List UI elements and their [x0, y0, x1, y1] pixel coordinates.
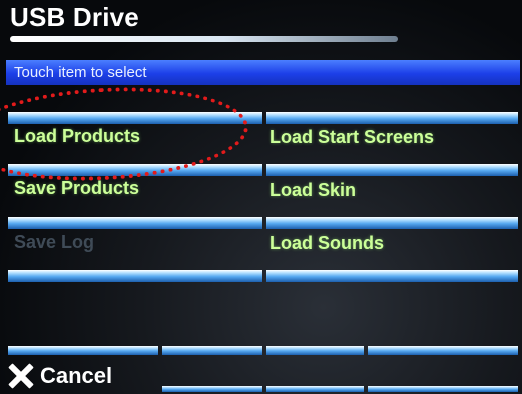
page-title: USB Drive	[10, 2, 139, 32]
cancel-label: Cancel	[40, 363, 113, 388]
menu-bar-load-skin	[266, 164, 518, 176]
menu-bar-load-sounds	[266, 217, 518, 229]
footer-bar	[8, 346, 158, 355]
menu-bar-save-log	[8, 217, 262, 229]
load-sounds-button[interactable]: Load Sounds	[270, 233, 384, 254]
close-icon	[8, 363, 34, 389]
menu-bar-empty	[8, 270, 262, 282]
load-skin-button[interactable]: Load Skin	[270, 180, 356, 201]
footer-bar	[266, 386, 364, 392]
footer-bar	[162, 386, 262, 392]
cancel-button[interactable]: Cancel	[8, 360, 158, 392]
menu-bar-load-start-screens	[266, 112, 518, 124]
footer-bar	[266, 346, 364, 355]
save-products-button[interactable]: Save Products	[14, 178, 139, 199]
footer-bar	[368, 386, 518, 392]
load-start-screens-button[interactable]: Load Start Screens	[270, 127, 434, 148]
title-underline	[10, 36, 398, 42]
instruction-text: Touch item to select	[14, 64, 147, 81]
menu-bar-empty	[266, 270, 518, 282]
footer-bar	[368, 346, 518, 355]
footer-bar	[162, 346, 262, 355]
save-log-button[interactable]: Save Log	[14, 232, 94, 253]
device-screen: USB Drive Touch item to select Load Prod…	[0, 0, 522, 394]
